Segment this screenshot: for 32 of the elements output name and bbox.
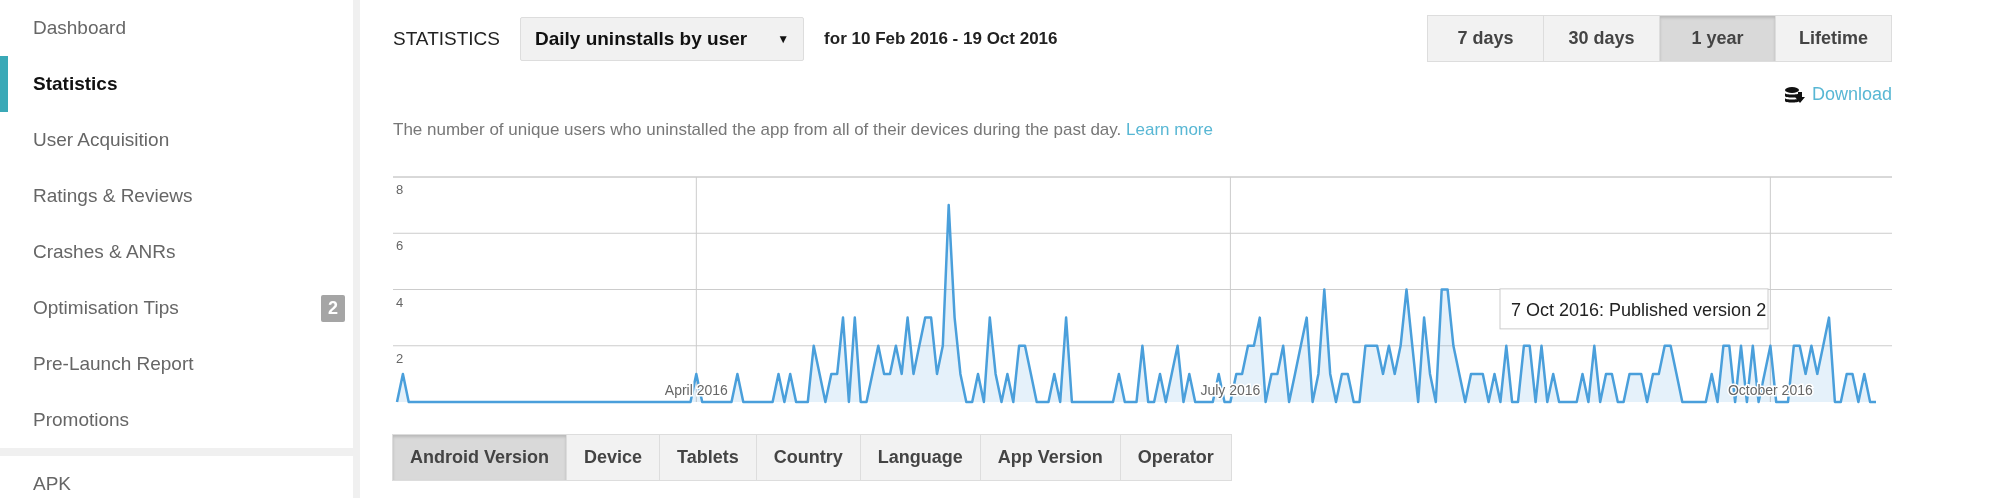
metric-dropdown[interactable]: Daily uninstalls by user ▼ <box>519 16 805 61</box>
count-badge: 2 <box>321 294 345 322</box>
annotation-tooltip: 7 Oct 2016: Published version 2 <box>1499 288 1769 330</box>
range-button[interactable]: 1 year <box>1659 15 1776 62</box>
sidebar-item[interactable]: Ratings & Reviews <box>0 168 353 224</box>
sidebar-item[interactable]: Statistics <box>0 56 353 112</box>
y-tick-label: 2 <box>396 350 404 366</box>
range-button[interactable]: Lifetime <box>1775 15 1892 62</box>
page-title: STATISTICS <box>393 27 500 50</box>
sidebar-item[interactable]: APK <box>0 456 353 498</box>
sidebar-item[interactable]: Dashboard <box>0 0 353 56</box>
sidebar-item[interactable]: Pre-Launch Report <box>0 336 353 392</box>
sidebar-item[interactable]: Crashes & ANRs <box>0 224 353 280</box>
download-icon <box>1783 85 1806 104</box>
y-tick-label: 4 <box>396 294 404 310</box>
dimension-tab[interactable]: Device <box>566 434 661 481</box>
date-range: for 10 Feb 2016 - 19 Oct 2016 <box>824 28 1058 49</box>
dimension-tab[interactable]: Android Version <box>392 434 568 481</box>
annotation: 7 Oct 2016: Published version 2 <box>1511 299 1767 320</box>
sidebar-item[interactable]: User Acquisition <box>0 112 353 168</box>
dimension-tab[interactable]: Language <box>859 434 981 481</box>
sidebar-item[interactable]: Promotions <box>0 392 353 448</box>
dimension-tab[interactable]: Operator <box>1119 434 1232 481</box>
description-text: The number of unique users who uninstalled the app from all of their devices during the past day. Learn more <box>393 120 1214 140</box>
range-button[interactable]: 7 days <box>1427 15 1544 62</box>
sidebar-item[interactable]: Optimisation Tips 2 <box>0 280 353 336</box>
y-tick-label: 8 <box>396 182 404 197</box>
y-tick-label: 6 <box>396 238 404 254</box>
dimension-tab[interactable]: Tablets <box>659 434 757 481</box>
dimension-tab[interactable]: App Version <box>979 434 1121 481</box>
range-button[interactable]: 30 days <box>1543 15 1660 62</box>
dimension-tab[interactable]: Country <box>755 434 861 481</box>
